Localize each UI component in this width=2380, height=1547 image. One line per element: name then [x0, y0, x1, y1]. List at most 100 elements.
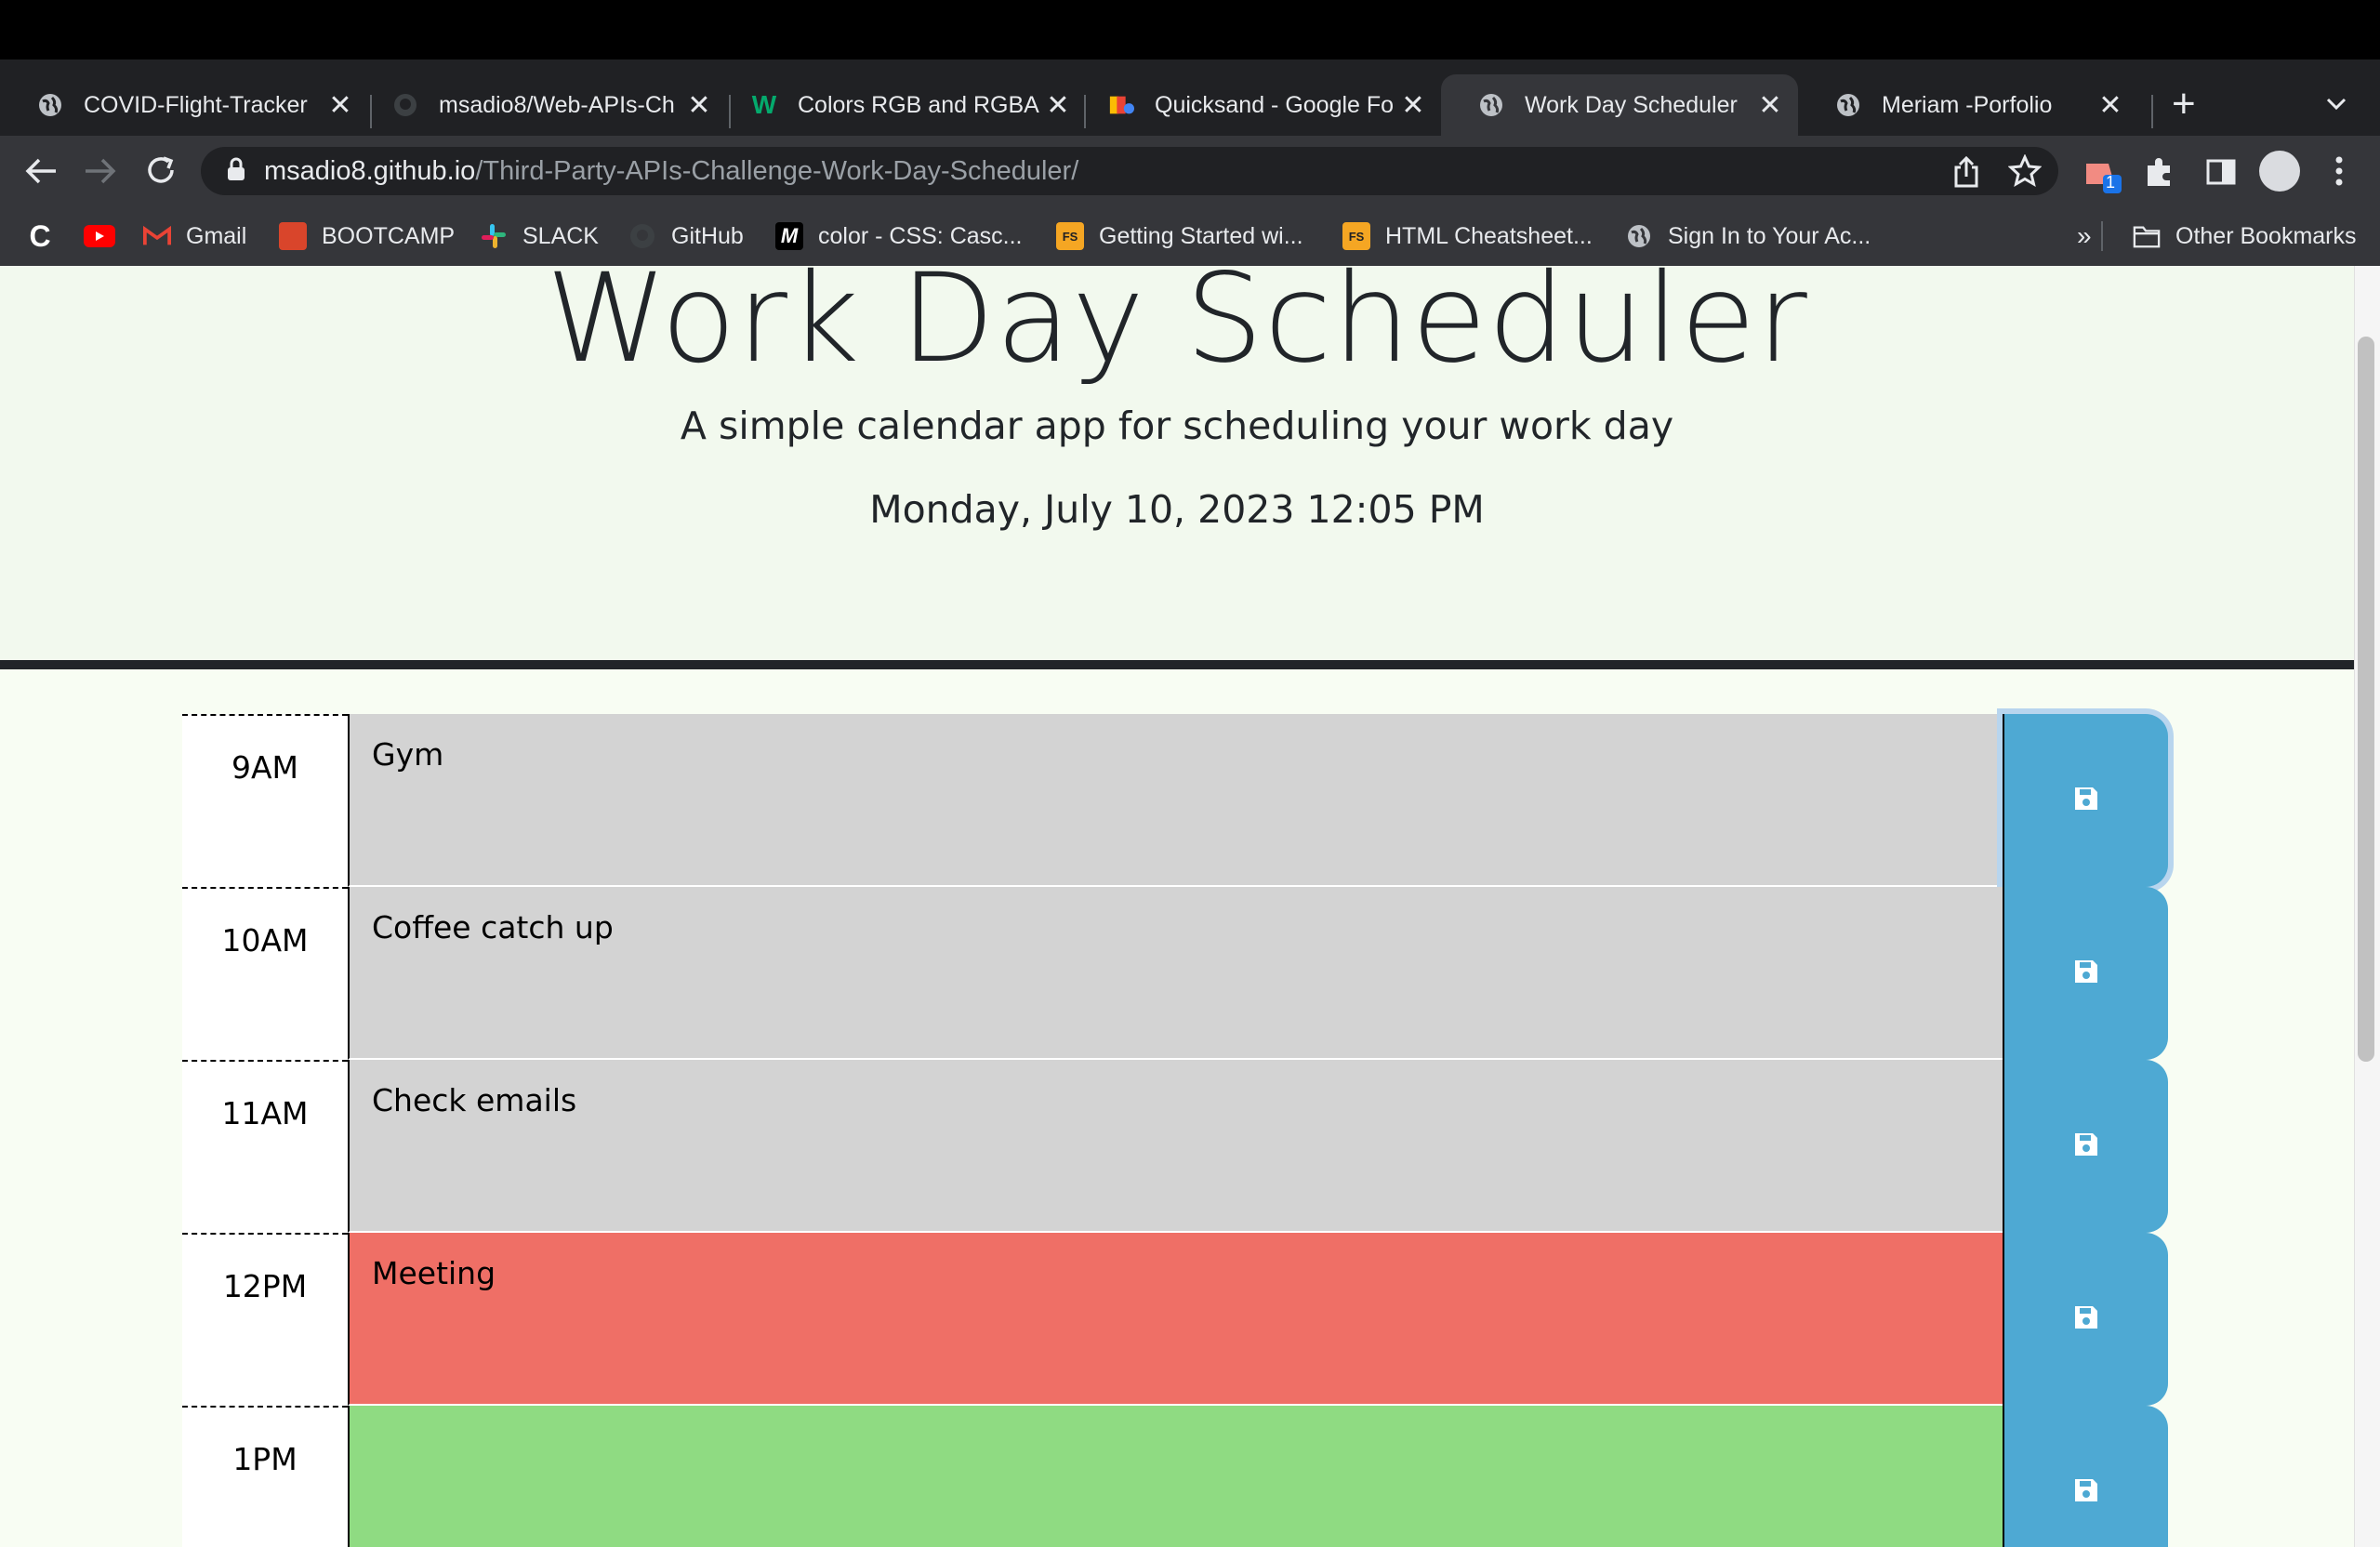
page-content: Work Day Scheduler A simple calendar app… — [0, 266, 2354, 1547]
bookmark-c-logo[interactable]: C — [26, 206, 69, 266]
page-subtitle: A simple calendar app for scheduling you… — [680, 403, 1674, 448]
page-title: Work Day Scheduler — [546, 266, 1808, 390]
header-divider — [0, 660, 2354, 669]
bookmark-bootcamp[interactable]: BOOTCAMP — [279, 206, 455, 266]
url-host: msadio8.github.io — [264, 155, 476, 186]
extensions-puzzle-icon[interactable] — [2142, 156, 2175, 194]
scrollbar-thumb[interactable] — [2358, 337, 2374, 1062]
bootcamp-icon — [279, 222, 307, 250]
tab-strip: COVID-Flight-Tracker ✕ msadio8/Web-APIs-… — [0, 60, 2380, 136]
save-icon — [2072, 1476, 2100, 1509]
tab-quicksand[interactable]: Quicksand - Google Fo ✕ — [1071, 74, 1441, 136]
reload-icon[interactable] — [143, 152, 178, 192]
bookmark-label: GitHub — [671, 222, 744, 249]
tab-work-day-scheduler[interactable]: Work Day Scheduler ✕ — [1441, 74, 1798, 136]
side-panel-icon[interactable] — [2205, 156, 2237, 192]
bookmark-color-css[interactable]: M color - CSS: Casc... — [775, 206, 1023, 266]
hour-label: 1PM — [182, 1406, 348, 1547]
extension-badge-icon[interactable]: 1 — [2082, 156, 2123, 202]
hour-label: 12PM — [182, 1233, 348, 1406]
gmail-icon — [143, 222, 171, 250]
github-icon — [392, 92, 418, 118]
hour-label: 10AM — [182, 887, 348, 1060]
jumbotron-header: Work Day Scheduler A simple calendar app… — [0, 266, 2354, 660]
mdn-icon: M — [775, 222, 803, 250]
save-button[interactable] — [2003, 1406, 2168, 1547]
tab-label: COVID-Flight-Tracker — [84, 91, 308, 118]
tab-meriam-portfolio[interactable]: Meriam -Porfolio ✕ — [1798, 74, 2138, 136]
save-icon — [2072, 785, 2100, 817]
tab-web-apis[interactable]: msadio8/Web-APIs-Ch ✕ — [355, 74, 727, 136]
time-block: 10AM Coffee catch up — [182, 887, 2170, 1060]
globe-icon — [37, 92, 63, 118]
c-logo-icon: C — [29, 218, 51, 253]
tab-label: Quicksand - Google Fo — [1155, 91, 1395, 118]
slack-icon — [480, 222, 508, 250]
globe-icon — [1625, 222, 1653, 250]
bookmark-overflow-chevron[interactable]: » — [2077, 206, 2092, 266]
close-icon[interactable]: ✕ — [1752, 89, 1789, 122]
bookmark-label: SLACK — [522, 222, 599, 249]
save-icon — [2072, 1130, 2100, 1163]
bookmarks-bar: C Gmail BOOTCAMP SLACK GitHub M color - … — [0, 206, 2380, 268]
google-fonts-icon — [1108, 92, 1134, 118]
description-textarea[interactable]: Coffee catch up — [348, 887, 2003, 1060]
back-arrow-icon[interactable] — [22, 154, 60, 192]
close-icon[interactable]: ✕ — [322, 89, 359, 122]
bookmark-sign-in[interactable]: Sign In to Your Ac... — [1625, 206, 1871, 266]
globe-icon — [1478, 92, 1504, 118]
tab-label: Meriam -Porfolio — [1882, 91, 2053, 118]
tab-covid-flight-tracker[interactable]: COVID-Flight-Tracker ✕ — [0, 74, 368, 136]
bookmark-label: Sign In to Your Ac... — [1668, 222, 1871, 249]
save-button[interactable] — [2003, 1233, 2168, 1406]
time-block: 1PM — [182, 1406, 2170, 1547]
forward-arrow-icon[interactable] — [82, 154, 119, 192]
more-menu-icon[interactable] — [2332, 154, 2347, 192]
new-tab-plus-icon[interactable]: + — [2172, 84, 2196, 125]
profile-avatar[interactable] — [2259, 151, 2300, 192]
tab-colors-rgb[interactable]: W Colors RGB and RGBA ✕ — [714, 74, 1086, 136]
other-bookmarks[interactable]: Other Bookmarks — [2133, 206, 2357, 266]
description-textarea[interactable]: Check emails — [348, 1060, 2003, 1233]
bookmarks-divider — [2101, 221, 2103, 251]
bookmark-github[interactable]: GitHub — [628, 206, 744, 266]
close-icon[interactable]: ✕ — [2092, 89, 2129, 122]
time-block: 11AM Check emails — [182, 1060, 2170, 1233]
tab-label: msadio8/Web-APIs-Ch — [439, 91, 675, 118]
description-textarea[interactable] — [348, 1406, 2003, 1547]
bookmark-youtube[interactable] — [84, 206, 130, 266]
bookmark-html-cheatsheet[interactable]: FS HTML Cheatsheet... — [1342, 206, 1593, 266]
bookmark-gmail[interactable]: Gmail — [143, 206, 246, 266]
tab-label: Colors RGB and RGBA — [798, 91, 1039, 118]
bookmark-label: HTML Cheatsheet... — [1385, 222, 1593, 249]
time-block: 9AM Gym — [182, 714, 2170, 887]
bookmark-label: Getting Started wi... — [1099, 222, 1303, 249]
close-icon[interactable]: ✕ — [681, 89, 718, 122]
address-bar[interactable]: msadio8.github.io/Third-Party-APIs-Chall… — [201, 147, 2058, 195]
bookmark-star-icon[interactable] — [2007, 153, 2043, 192]
folder-icon — [2133, 222, 2161, 250]
github-icon — [628, 222, 656, 250]
bookmark-slack[interactable]: SLACK — [480, 206, 599, 266]
bookmark-label: Gmail — [186, 222, 247, 249]
description-textarea[interactable]: Gym — [348, 714, 2003, 887]
hour-label: 9AM — [182, 714, 348, 887]
system-menu-bar — [0, 0, 2380, 60]
save-button[interactable] — [2003, 887, 2168, 1060]
tab-label: Work Day Scheduler — [1525, 91, 1738, 118]
close-icon[interactable]: ✕ — [1395, 89, 1432, 122]
tab-separator — [2151, 95, 2153, 128]
fullstack-icon: FS — [1342, 222, 1370, 250]
save-button[interactable] — [2003, 714, 2168, 887]
w3schools-icon: W — [751, 90, 777, 119]
extension-badge-count: 1 — [2106, 173, 2116, 192]
lock-icon — [227, 157, 245, 186]
save-button[interactable] — [2003, 1060, 2168, 1233]
bookmark-getting-started[interactable]: FS Getting Started wi... — [1056, 206, 1303, 266]
url-path: /Third-Party-APIs-Challenge-Work-Day-Sch… — [475, 155, 1079, 186]
share-icon[interactable] — [1952, 155, 1980, 192]
tab-search-chevron-icon[interactable] — [2324, 91, 2348, 120]
save-icon — [2072, 1303, 2100, 1336]
description-textarea[interactable]: Meeting — [348, 1233, 2003, 1406]
current-day: Monday, July 10, 2023 12:05 PM — [869, 487, 1485, 532]
